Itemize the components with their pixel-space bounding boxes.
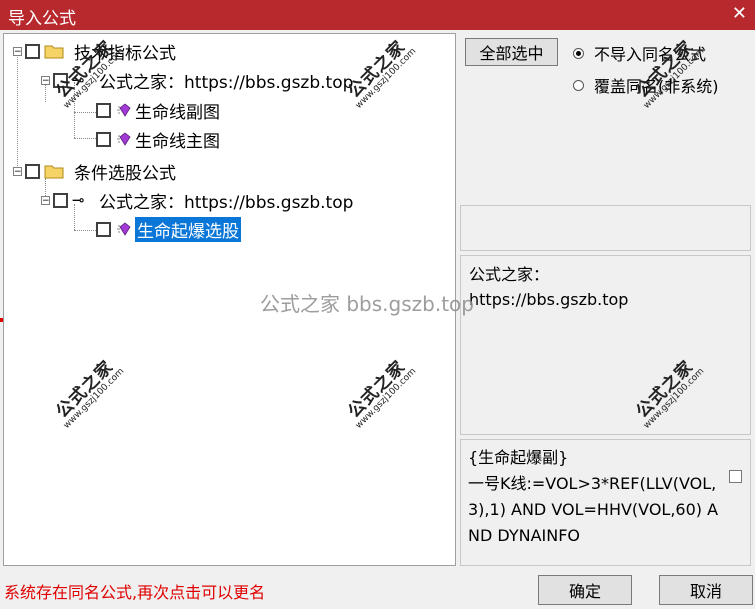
ok-button[interactable]: 确定 [538, 575, 632, 605]
select-all-button[interactable]: 全部选中 [465, 38, 558, 66]
radio-dot[interactable] [573, 47, 584, 59]
formula-preview[interactable]: {生命起爆副} 一号K线:=VOL>3*REF(LLV(VOL,3),1) AN… [460, 439, 751, 566]
tree-label: 条件选股公式 [74, 163, 176, 184]
tree-label: 公式之家：https://bbs.gszb.top [99, 72, 354, 93]
radio-dot[interactable] [573, 79, 584, 91]
checkbox[interactable] [25, 163, 40, 179]
watermark-text: 公式之家 bbs.gszb.top [260, 292, 474, 316]
tree-label: 生命线主图 [135, 131, 220, 152]
status-message: 系统存在同名公式,再次点击可以更名 [4, 583, 266, 602]
checkbox[interactable] [96, 221, 111, 237]
edge-marker [0, 318, 3, 322]
info-panel: 公式之家： https://bbs.gszb.top [460, 255, 751, 435]
tree-node-formula-3[interactable]: 生命起爆选股 [96, 216, 241, 242]
cancel-button[interactable]: 取消 [659, 575, 753, 605]
tree-node-site-2[interactable]: − ⊸ 公式之家：https://bbs.gszb.top [41, 188, 354, 213]
formula-icon [115, 131, 131, 147]
checkbox[interactable] [96, 102, 111, 118]
info-line: 公式之家： [469, 265, 550, 284]
checkbox[interactable] [25, 43, 40, 59]
description-panel [460, 205, 751, 251]
formula-checkbox[interactable] [729, 470, 742, 483]
collapse-icon[interactable]: − [41, 75, 50, 85]
tree-label: 公式之家：https://bbs.gszb.top [99, 192, 354, 213]
key-icon: ⊸ [72, 191, 85, 209]
window-title: 导入公式 [8, 9, 76, 29]
collapse-icon[interactable]: − [41, 195, 50, 205]
tree-label-selected: 生命起爆选股 [135, 216, 241, 242]
collapse-icon[interactable]: − [13, 46, 22, 56]
tree-label: 生命线副图 [135, 102, 220, 123]
info-line: https://bbs.gszb.top [469, 290, 629, 309]
collapse-icon[interactable]: − [13, 166, 22, 176]
formula-icon [115, 221, 131, 237]
title-bar: 导入公式 ✕ [0, 0, 755, 30]
checkbox[interactable] [96, 131, 111, 147]
folder-icon [44, 164, 64, 179]
close-icon[interactable]: ✕ [732, 3, 747, 24]
folder-icon [44, 44, 64, 59]
tree-node-formula-1[interactable]: 生命线副图 [96, 98, 220, 123]
checkbox[interactable] [53, 192, 68, 208]
tree-node-screening[interactable]: − 条件选股公式 [13, 159, 176, 184]
formula-icon [115, 102, 131, 118]
tree-node-formula-2[interactable]: 生命线主图 [96, 127, 220, 152]
formula-text: {生命起爆副} 一号K线:=VOL>3*REF(LLV(VOL,3),1) AN… [468, 448, 719, 545]
